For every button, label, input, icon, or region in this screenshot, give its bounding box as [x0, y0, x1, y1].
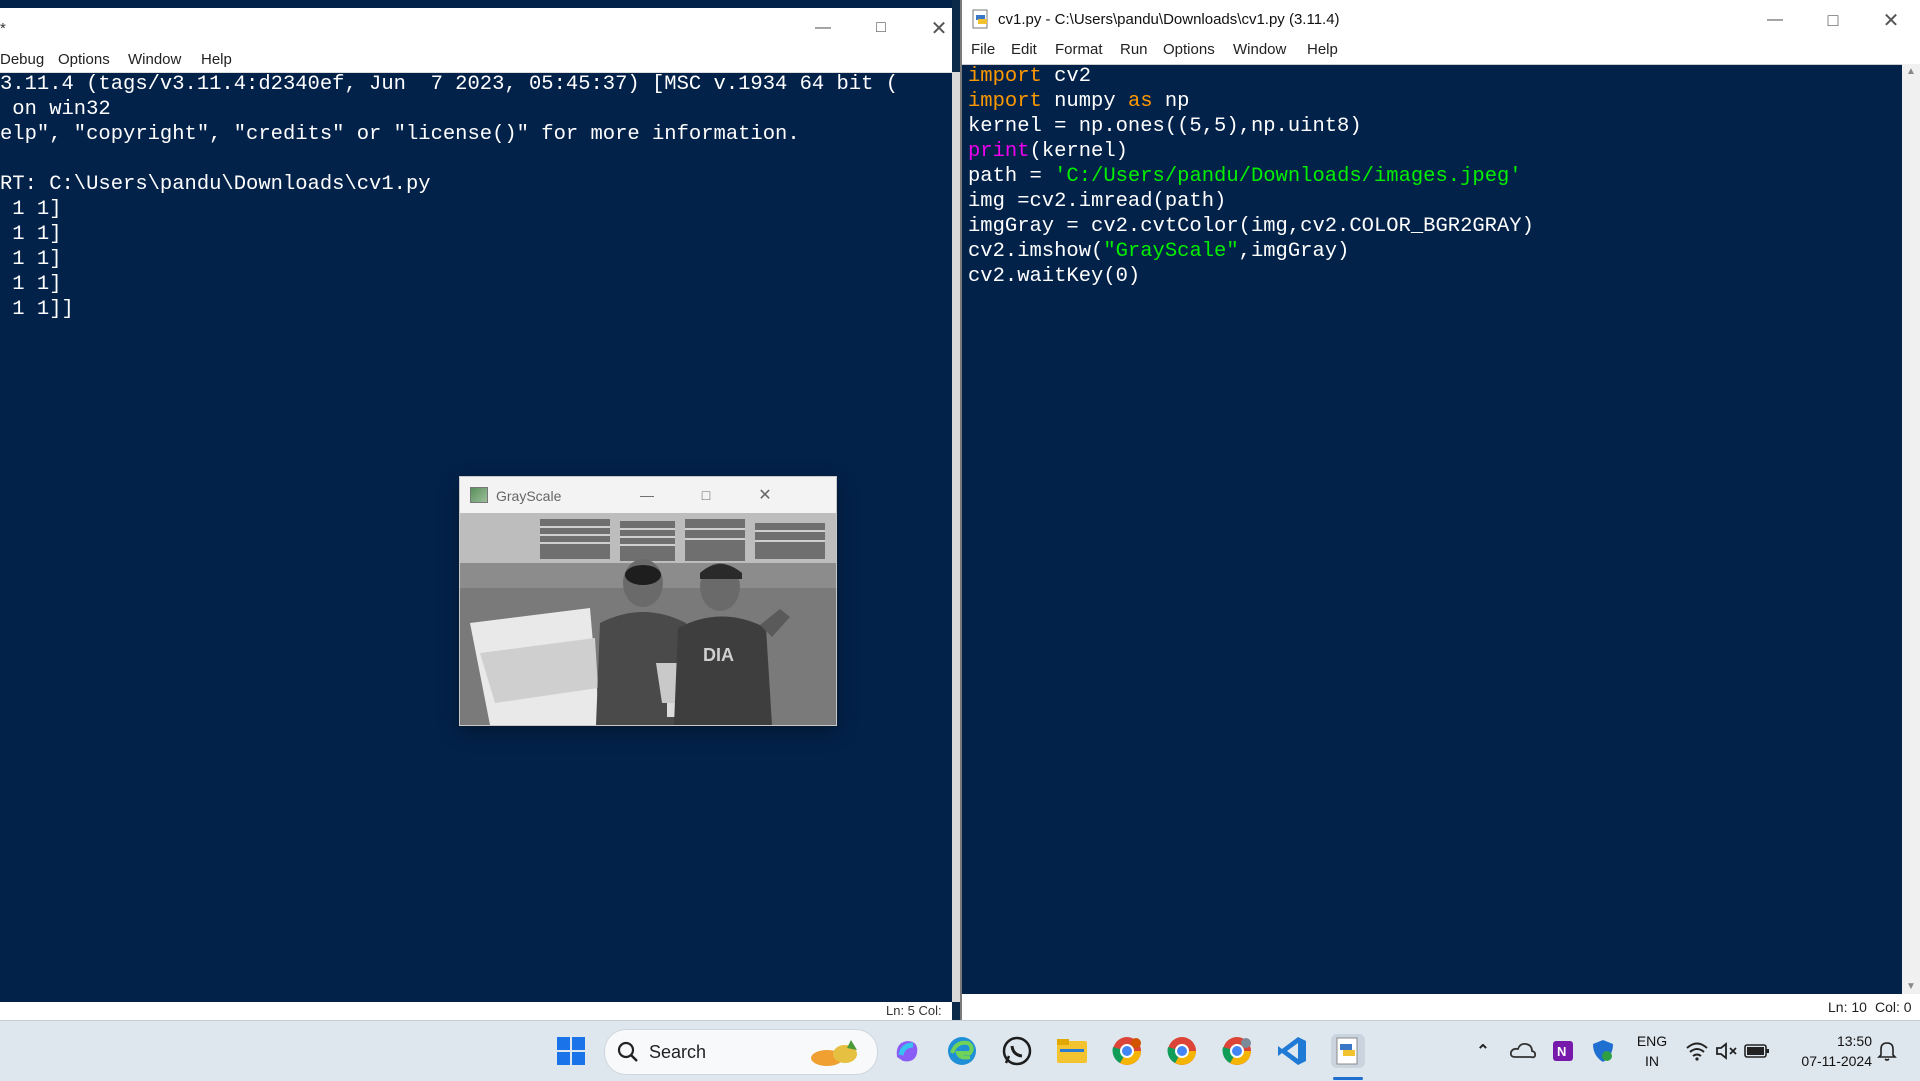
code-line: kernel = np.ones((5,5),np.uint8) [968, 115, 1362, 138]
wifi-icon[interactable] [1680, 1034, 1714, 1068]
menu-help[interactable]: Help [1307, 41, 1338, 58]
language-code[interactable]: ENG [1635, 1033, 1669, 1049]
editor-statusbar: Ln: 10 Col: 0 [962, 994, 1920, 1020]
menu-run[interactable]: Run [1120, 41, 1148, 58]
search-icon [617, 1041, 638, 1062]
code-line: import numpy as np [968, 90, 1190, 113]
output-line: 1 1] [0, 248, 62, 271]
image-window-icon [470, 487, 488, 503]
speaker-muted-icon[interactable] [1710, 1034, 1744, 1068]
menu-format[interactable]: Format [1055, 41, 1103, 58]
output-line: ​ [0, 147, 952, 172]
code-line: path = 'C:/Users/pandu/Downloads/images.… [968, 165, 1522, 188]
status-column: Col: 0 [1875, 999, 1912, 1015]
code-editor[interactable]: import cv2 import numpy as np kernel = np.… [968, 64, 1898, 994]
whatsapp-icon[interactable] [1000, 1034, 1034, 1068]
minimize-icon[interactable]: — [618, 477, 676, 513]
chevron-up-icon[interactable]: ⌃ [1466, 1034, 1500, 1068]
chrome-icon[interactable] [1110, 1034, 1144, 1068]
grayscale-titlebar[interactable]: GrayScale — □ ✕ [460, 477, 836, 513]
code-line: print(kernel) [968, 140, 1128, 163]
code-line: cv2.imshow("GrayScale",imgGray) [968, 240, 1350, 263]
output-line: on win32 [0, 98, 111, 121]
menu-window[interactable]: Window [1233, 41, 1286, 58]
vscode-icon[interactable] [1275, 1034, 1309, 1068]
output-line: elp", "copyright", "credits" or "license… [0, 123, 800, 146]
shell-statusbar: Ln: 5 Col: [0, 1002, 952, 1020]
file-explorer-icon[interactable] [1055, 1034, 1089, 1068]
onedrive-icon[interactable] [1506, 1034, 1540, 1068]
grayscale-window: GrayScale — □ ✕ DIA [459, 476, 837, 726]
menu-options[interactable]: Options [58, 51, 110, 68]
maximize-icon[interactable]: □ [852, 8, 910, 48]
code-line: cv2.waitKey(0) [968, 265, 1141, 288]
maximize-icon[interactable]: □ [677, 477, 735, 513]
shell-menubar: Debug Options Window Help [0, 48, 952, 73]
output-line: 1 1] [0, 198, 62, 221]
menu-options[interactable]: Options [1163, 41, 1215, 58]
editor-titlebar: cv1.py - C:\Users\pandu\Downloads\cv1.py… [962, 0, 1920, 38]
output-line: RT: C:\Users\pandu\Downloads\cv1.py [0, 173, 431, 196]
onenote-icon[interactable]: N [1546, 1034, 1580, 1068]
python-idle-icon[interactable] [1331, 1034, 1365, 1068]
copilot-icon[interactable] [890, 1034, 924, 1068]
menu-debug[interactable]: Debug [0, 51, 44, 68]
output-line: 3.11.4 (tags/v3.11.4:d2340ef, Jun 7 2023… [0, 73, 899, 96]
chrome-icon[interactable] [1220, 1034, 1254, 1068]
close-icon[interactable]: ✕ [736, 477, 794, 513]
status-line: Ln: 10 [1828, 999, 1867, 1015]
taskbar-search-box[interactable]: Search [604, 1029, 878, 1075]
grayscale-image: DIA [460, 513, 836, 725]
code-line: imgGray = cv2.cvtColor(img,cv2.COLOR_BGR… [968, 215, 1534, 238]
minimize-icon[interactable]: — [1746, 0, 1804, 40]
menu-help[interactable]: Help [201, 51, 232, 68]
editor-menubar: File Edit Format Run Options Window Help [962, 38, 1920, 65]
clock-date[interactable]: 07-11-2024 [1780, 1053, 1872, 1069]
menu-file[interactable]: File [971, 41, 995, 58]
svg-text:N: N [1557, 1044, 1566, 1059]
code-line: img =cv2.imread(path) [968, 190, 1227, 213]
chrome-icon[interactable] [1165, 1034, 1199, 1068]
editor-scrollbar[interactable]: ▲ ▼ [1902, 64, 1920, 994]
language-region[interactable]: IN [1635, 1053, 1669, 1069]
svg-text:DIA: DIA [703, 645, 734, 665]
defender-icon[interactable] [1586, 1034, 1620, 1068]
python-file-icon [972, 9, 988, 29]
windows-start-icon[interactable] [554, 1034, 588, 1068]
output-line: 1 1] [0, 223, 62, 246]
shell-title: * [0, 20, 6, 37]
menu-edit[interactable]: Edit [1011, 41, 1037, 58]
close-icon[interactable]: ✕ [1862, 0, 1920, 40]
edge-icon[interactable] [945, 1034, 979, 1068]
notification-bell-icon[interactable] [1870, 1034, 1904, 1068]
search-highlight-icon [811, 1040, 857, 1066]
windows-taskbar: Search ⌃ N ENG IN 13:50 07-11-2024 [0, 1020, 1920, 1081]
shell-titlebar: * — □ ✕ [0, 8, 952, 48]
maximize-icon[interactable]: □ [1804, 0, 1862, 40]
output-line: 1 1]] [0, 298, 74, 321]
shell-scrollbar[interactable] [952, 72, 960, 1002]
clock-time[interactable]: 13:50 [1780, 1033, 1872, 1049]
output-line: 1 1] [0, 273, 62, 296]
idle-editor-window: cv1.py - C:\Users\pandu\Downloads\cv1.py… [960, 0, 1920, 1020]
code-line: import cv2 [968, 65, 1092, 88]
search-label: Search [649, 1042, 707, 1062]
scroll-up-icon[interactable]: ▲ [1906, 66, 1916, 77]
grayscale-title: GrayScale [496, 488, 562, 504]
editor-title: cv1.py - C:\Users\pandu\Downloads\cv1.py… [998, 11, 1340, 28]
menu-window[interactable]: Window [128, 51, 181, 68]
minimize-icon[interactable]: — [794, 8, 852, 48]
shell-status-position: Ln: 5 Col: [886, 1003, 942, 1018]
battery-icon[interactable] [1740, 1034, 1774, 1068]
scroll-down-icon[interactable]: ▼ [1906, 981, 1916, 992]
